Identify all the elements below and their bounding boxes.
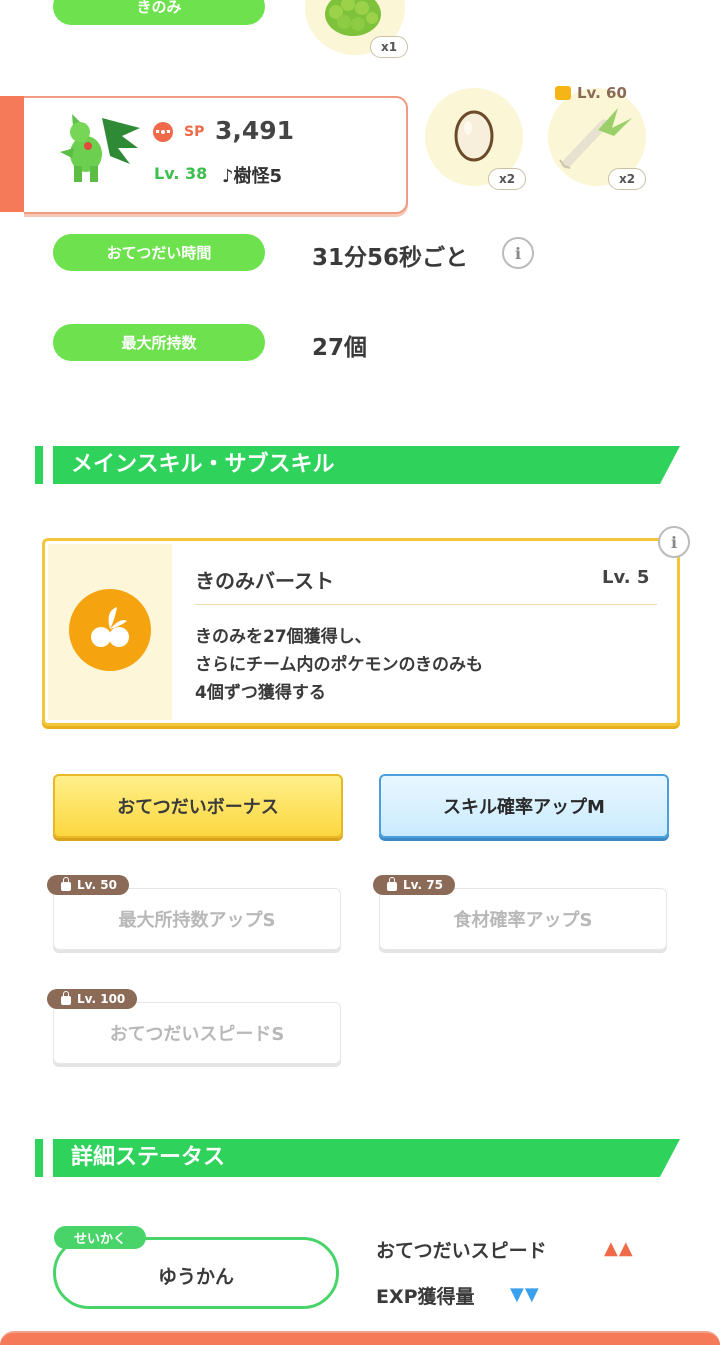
berry-label: きのみ bbox=[53, 0, 265, 25]
card-accent bbox=[0, 96, 26, 212]
main-skill-level: Lv. 5 bbox=[602, 567, 650, 588]
nature-up-arrows: ▲▲ bbox=[604, 1238, 634, 1259]
berry-burst-icon bbox=[69, 589, 151, 671]
sub-skill-inventory-up-s[interactable]: 最大所持数アップS bbox=[53, 888, 341, 950]
berry-quantity: x1 bbox=[370, 36, 409, 58]
lock-icon bbox=[61, 991, 71, 1005]
pokemon-nickname: ♪樹怪5 bbox=[222, 166, 283, 187]
help-time-label: おてつだい時間 bbox=[53, 234, 265, 271]
nature-tag: せいかく bbox=[54, 1226, 147, 1249]
leek-quantity: x2 bbox=[608, 168, 647, 190]
pokemon-card[interactable]: SP 3,491 Lv. 38 ♪樹怪5 bbox=[0, 96, 408, 214]
help-time-value: 31分56秒ごと bbox=[312, 245, 469, 271]
main-skill-name: きのみバースト bbox=[195, 569, 334, 593]
detail-section-header: 詳細ステータス bbox=[35, 1139, 680, 1177]
sp-icon bbox=[153, 122, 173, 142]
skills-section-title: メインスキル・サブスキル bbox=[71, 452, 335, 477]
pokemon-sprite bbox=[60, 114, 140, 182]
sub-skill-ingredient-finder-s[interactable]: 食材確率アップS bbox=[379, 888, 667, 950]
max-carry-label: 最大所持数 bbox=[53, 324, 265, 361]
egg-quantity: x2 bbox=[488, 168, 527, 190]
lock-icon bbox=[555, 86, 571, 100]
leek-icon bbox=[559, 108, 632, 169]
nature-down-label: EXP獲得量 bbox=[376, 1286, 475, 1308]
sp-label: SP bbox=[184, 124, 205, 140]
sub-skill-lock-lv75: Lv. 75 bbox=[373, 875, 455, 895]
main-skill-divider bbox=[195, 604, 657, 605]
nature-down-arrows: ▼▼ bbox=[510, 1284, 540, 1305]
sub-skill-lock-lv100: Lv. 100 bbox=[47, 989, 138, 1009]
sp-value: 3,491 bbox=[215, 116, 295, 145]
leek-lock-tag: Lv. 60 bbox=[555, 84, 627, 102]
max-carry-value: 27個 bbox=[312, 335, 368, 361]
lock-icon bbox=[387, 877, 397, 891]
main-skill-info-icon[interactable]: i bbox=[658, 526, 690, 558]
lock-icon bbox=[61, 877, 71, 891]
detail-section-title: 詳細ステータス bbox=[71, 1145, 226, 1170]
main-skill-description: きのみを27個獲得し、 さらにチーム内のポケモンのきのみも 4個ずつ獲得する bbox=[195, 627, 483, 703]
pokemon-level: Lv. 38 bbox=[154, 164, 208, 183]
egg-icon bbox=[454, 110, 494, 162]
main-skill-card[interactable]: きのみバースト Lv. 5 きのみを27個獲得し、 さらにチーム内のポケモンのき… bbox=[42, 538, 680, 726]
sub-skill-lock-lv50: Lv. 50 bbox=[47, 875, 129, 895]
sub-skill-skill-chance-m[interactable]: スキル確率アップM bbox=[379, 774, 669, 838]
leek-lock-level: Lv. 60 bbox=[577, 84, 627, 102]
berry-icon bbox=[325, 0, 381, 36]
nature-up-label: おてつだいスピード bbox=[376, 1240, 547, 1262]
nature-value: ゆうかん bbox=[157, 1266, 234, 1288]
sub-skill-helping-bonus[interactable]: おてつだいボーナス bbox=[53, 774, 343, 838]
help-time-info-icon[interactable]: i bbox=[502, 237, 534, 269]
skills-section-header: メインスキル・サブスキル bbox=[35, 446, 680, 484]
sub-skill-helping-speed-s[interactable]: おてつだいスピードS bbox=[53, 1002, 341, 1064]
